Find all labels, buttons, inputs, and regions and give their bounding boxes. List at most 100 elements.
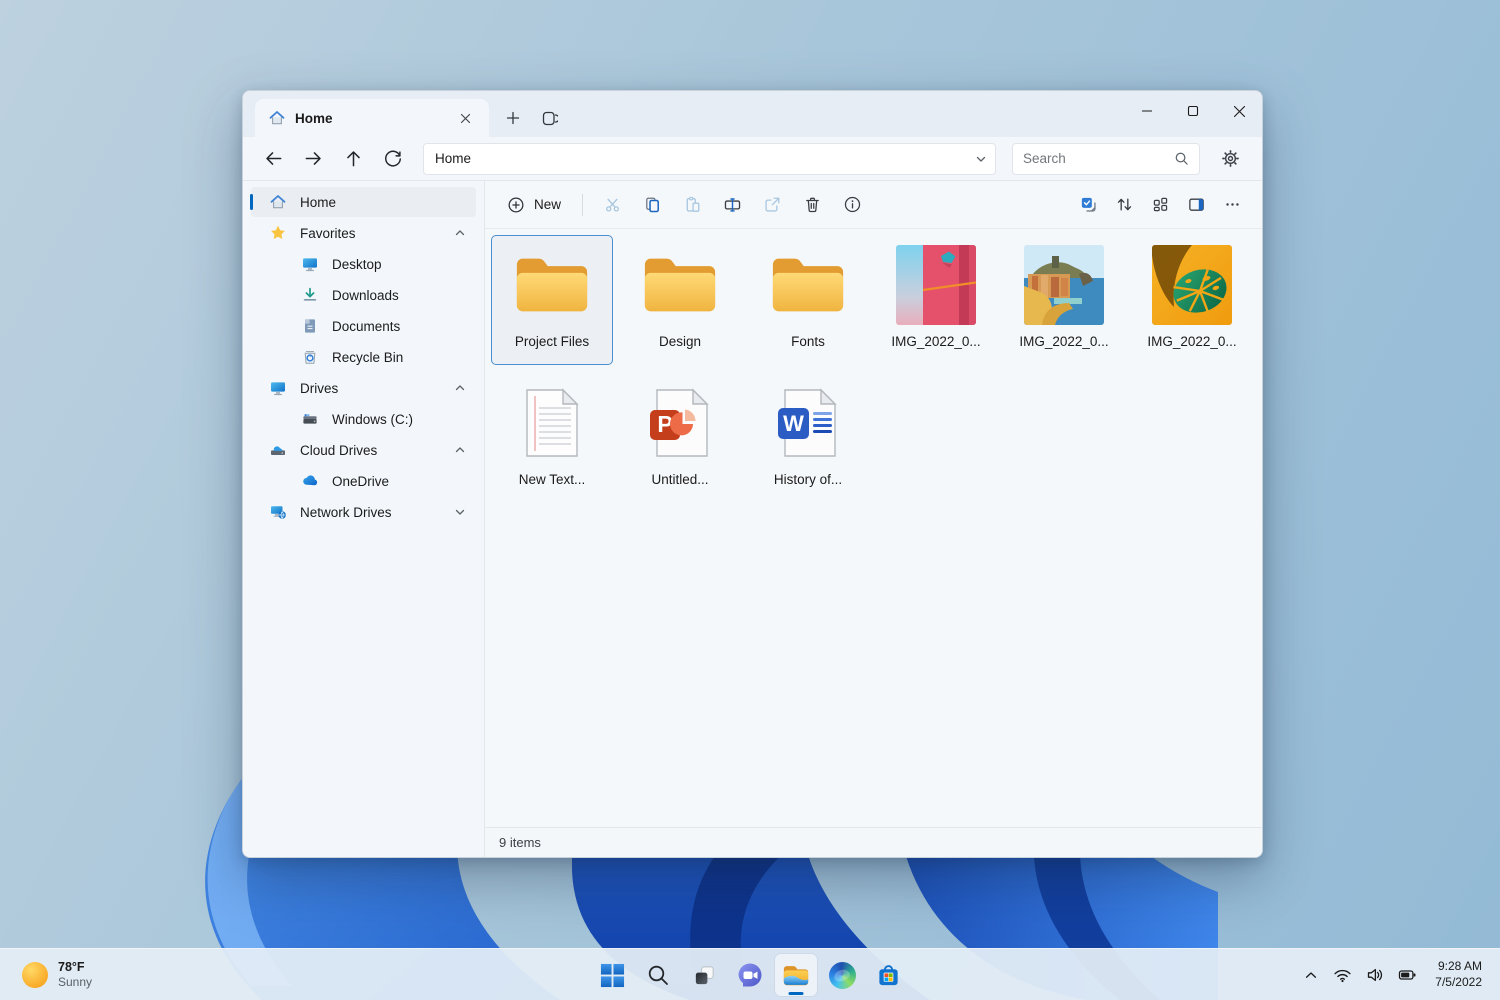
sidebar-label: Home [300, 195, 336, 210]
info-icon [843, 195, 862, 214]
copy-button[interactable] [632, 188, 672, 222]
address-bar[interactable] [423, 143, 996, 175]
sidebar-label: OneDrive [332, 474, 389, 489]
search-icon [1174, 151, 1189, 166]
address-dropdown-icon[interactable] [975, 153, 987, 165]
sidebar-item-cloud-drives[interactable]: Cloud Drives [251, 435, 476, 465]
tab-close-icon[interactable] [451, 104, 479, 132]
microsoft-store-button[interactable] [867, 954, 909, 996]
weather-temperature: 78°F [58, 960, 92, 975]
edge-browser-button[interactable] [821, 954, 863, 996]
window-controls [1124, 91, 1262, 137]
trash-icon [803, 195, 822, 214]
address-input[interactable] [435, 151, 975, 166]
task-view-icon [692, 963, 717, 988]
sidebar-label: Recycle Bin [332, 350, 403, 365]
search-taskbar-button[interactable] [637, 954, 679, 996]
delete-button[interactable] [792, 188, 832, 222]
back-button[interactable] [255, 142, 291, 176]
select-all-button[interactable] [1070, 188, 1106, 222]
view-options-button[interactable] [1142, 188, 1178, 222]
sidebar-label: Documents [332, 319, 400, 334]
sidebar-item-drives[interactable]: Drives [251, 373, 476, 403]
file-tile-folder[interactable]: Design [619, 235, 741, 365]
sun-icon [22, 962, 48, 988]
file-tile-image[interactable]: IMG_2022_0... [1131, 235, 1253, 365]
up-button[interactable] [335, 142, 371, 176]
file-name: History of... [774, 472, 842, 487]
folder-icon [768, 245, 848, 325]
file-explorer-icon [782, 963, 810, 988]
file-tile-powerpoint[interactable]: P Untitled... [619, 373, 741, 503]
onedrive-cloud-icon [301, 472, 319, 490]
minimize-button[interactable] [1124, 91, 1170, 131]
folder-icon [640, 245, 720, 325]
share-button[interactable] [752, 188, 792, 222]
file-tile-word[interactable]: W History of... [747, 373, 869, 503]
sidebar-item-network-drives[interactable]: Network Drives [251, 497, 476, 527]
navigation-bar [243, 137, 1262, 181]
file-explorer-taskbar-button[interactable] [775, 954, 817, 996]
sidebar-item-downloads[interactable]: Downloads [251, 280, 476, 310]
clock-widget[interactable]: 9:28 AM 7/5/2022 [1425, 959, 1488, 990]
more-options-button[interactable] [1214, 188, 1250, 222]
sort-button[interactable] [1106, 188, 1142, 222]
battery-icon[interactable] [1392, 955, 1423, 995]
rename-button[interactable] [712, 188, 752, 222]
task-view-button[interactable] [683, 954, 725, 996]
photo-thumbnail-tropical-leaf [1152, 245, 1232, 325]
file-name: IMG_2022_0... [1019, 334, 1108, 349]
properties-button[interactable] [832, 188, 872, 222]
file-name: New Text... [519, 472, 586, 487]
paste-button[interactable] [672, 188, 712, 222]
settings-gear-icon[interactable] [1212, 142, 1248, 176]
search-input[interactable] [1023, 151, 1174, 166]
window-body: Home Favorites Desktop Downloads [243, 181, 1262, 857]
tab-home[interactable]: Home [255, 99, 489, 137]
cut-button[interactable] [592, 188, 632, 222]
sidebar-item-onedrive[interactable]: OneDrive [251, 466, 476, 496]
search-box[interactable] [1012, 143, 1200, 175]
sidebar-item-recycle-bin[interactable]: Recycle Bin [251, 342, 476, 372]
file-name: Untitled... [651, 472, 708, 487]
tab-strip: Home [243, 91, 1262, 137]
wifi-icon[interactable] [1327, 955, 1358, 995]
sidebar-item-desktop[interactable]: Desktop [251, 249, 476, 279]
sidebar-item-documents[interactable]: Documents [251, 311, 476, 341]
file-tile-image[interactable]: IMG_2022_0... [875, 235, 997, 365]
chevron-down-icon[interactable] [454, 506, 466, 518]
sidebar-label: Desktop [332, 257, 382, 272]
paste-icon [683, 195, 702, 214]
clock-time: 9:28 AM [1435, 959, 1482, 975]
item-count: 9 items [499, 835, 541, 850]
close-button[interactable] [1216, 91, 1262, 131]
file-tile-text-document[interactable]: New Text... [491, 373, 613, 503]
search-icon [646, 963, 670, 987]
chevron-up-icon[interactable] [454, 227, 466, 239]
file-tile-folder[interactable]: Project Files [491, 235, 613, 365]
new-button[interactable]: New [495, 188, 573, 222]
taskbar-app-icons [591, 949, 909, 1000]
refresh-button[interactable] [375, 142, 411, 176]
content-area: New [485, 181, 1262, 857]
chevron-up-icon[interactable] [454, 382, 466, 394]
new-tab-button[interactable] [499, 104, 527, 132]
file-tile-folder[interactable]: Fonts [747, 235, 869, 365]
weather-widget[interactable]: 78°F Sunny [6, 953, 108, 997]
cut-icon [603, 195, 622, 214]
sidebar-label: Favorites [300, 226, 356, 241]
forward-button[interactable] [295, 142, 331, 176]
sidebar-item-home[interactable]: Home [251, 187, 476, 217]
file-tile-image[interactable]: IMG_2022_0... [1003, 235, 1125, 365]
photo-thumbnail-coastal-village [1024, 245, 1104, 325]
maximize-button[interactable] [1170, 91, 1216, 131]
hidden-icons-chevron[interactable] [1297, 955, 1325, 995]
teams-chat-button[interactable] [729, 954, 771, 996]
tab-overview-icon[interactable] [535, 104, 563, 132]
sidebar-item-favorites[interactable]: Favorites [251, 218, 476, 248]
details-pane-button[interactable] [1178, 188, 1214, 222]
chevron-up-icon[interactable] [454, 444, 466, 456]
sidebar-item-windows-c[interactable]: Windows (C:) [251, 404, 476, 434]
start-button[interactable] [591, 954, 633, 996]
volume-icon[interactable] [1360, 955, 1390, 995]
